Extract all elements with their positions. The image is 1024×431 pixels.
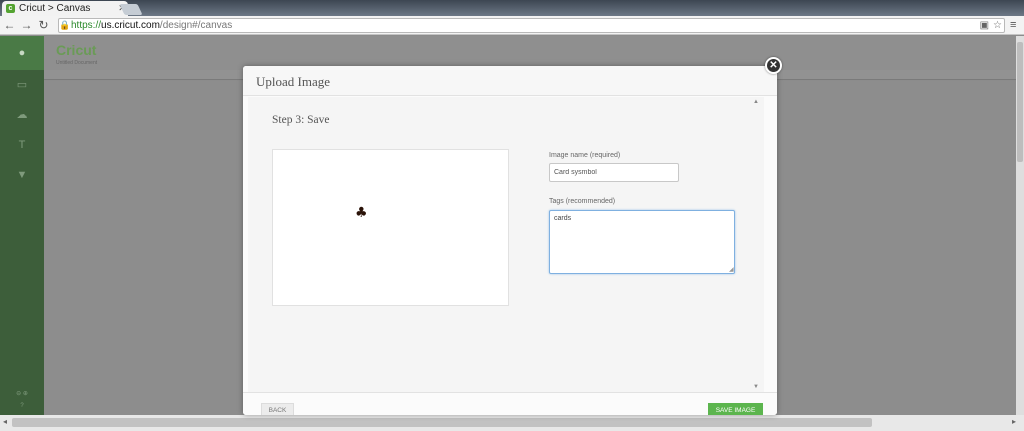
- horizontal-scroll-thumb[interactable]: [12, 418, 872, 427]
- resize-grip-icon[interactable]: ◢: [729, 267, 734, 273]
- tags-textarea[interactable]: cards: [549, 210, 735, 274]
- scroll-left-icon[interactable]: ◂: [3, 417, 7, 426]
- image-icon: ▭: [16, 78, 28, 91]
- upload-images-button[interactable]: ☁: [0, 100, 44, 130]
- page-vertical-scrollbar[interactable]: [1016, 36, 1024, 415]
- tab-title: Cricut > Canvas: [19, 3, 91, 14]
- browser-tabstrip: c Cricut > Canvas ✕: [0, 0, 1024, 16]
- save-image-button[interactable]: SAVE IMAGE: [708, 403, 763, 415]
- image-name-label: Image name (required): [549, 152, 621, 159]
- bookmark-star-icon[interactable]: ☆: [993, 20, 1002, 31]
- modal-body: Step 3: Save ♣ Image name (required) Tag…: [248, 97, 764, 392]
- omnibox-actions: ▣ ☆: [980, 20, 1002, 31]
- browser-toolbar: ← → ↻ 🔒 https://us.cricut.com/design#/ca…: [0, 16, 1024, 35]
- zoom-out-icon[interactable]: ⊖: [16, 391, 21, 397]
- back-arrow-icon[interactable]: ←: [2, 18, 17, 33]
- add-text-button[interactable]: T: [0, 130, 44, 160]
- extension-icon[interactable]: ▣: [980, 20, 989, 31]
- url-path: /design#/canvas: [159, 20, 233, 31]
- insert-images-button[interactable]: ▭: [0, 70, 44, 100]
- modal-footer: BACK SAVE IMAGE: [243, 392, 777, 415]
- url-host: us.cricut.com: [101, 20, 160, 31]
- image-name-input[interactable]: [549, 163, 679, 182]
- tags-label: Tags (recommended): [549, 198, 616, 205]
- close-modal-icon[interactable]: ✕: [765, 57, 782, 74]
- scroll-down-icon[interactable]: ▼: [753, 384, 759, 390]
- help-icon[interactable]: ?: [20, 403, 23, 409]
- page-horizontal-scrollbar[interactable]: ◂ ▸: [0, 415, 1024, 431]
- step-title: Step 3: Save: [272, 114, 330, 126]
- zoom-controls: ⊖ ⊕ ?: [0, 390, 44, 409]
- cricut-favicon-icon: c: [6, 4, 15, 13]
- url-scheme: https://: [71, 20, 102, 31]
- scroll-right-icon[interactable]: ▸: [1012, 417, 1016, 426]
- cloud-upload-icon: ☁: [16, 108, 28, 121]
- scroll-up-icon[interactable]: ▲: [753, 99, 759, 105]
- lock-icon: 🔒: [59, 20, 71, 30]
- vertical-scroll-thumb[interactable]: [1017, 42, 1023, 162]
- back-button[interactable]: BACK: [261, 403, 294, 415]
- new-tab-button[interactable]: [119, 4, 143, 15]
- address-bar[interactable]: 🔒 https://us.cricut.com/design#/canvas ▣…: [58, 18, 1005, 33]
- zoom-in-icon[interactable]: ⊕: [23, 391, 28, 397]
- modal-scrollbar[interactable]: ▲ ▼: [753, 97, 762, 392]
- text-icon: T: [18, 138, 26, 151]
- browser-menu-icon[interactable]: ≡: [1010, 19, 1020, 31]
- app-header: Cricut Untitled Document: [44, 36, 1016, 70]
- reload-icon[interactable]: ↻: [36, 18, 51, 33]
- set-cut-button[interactable]: ▼: [0, 160, 44, 190]
- image-preview: ♣: [272, 149, 509, 306]
- browser-tab[interactable]: c Cricut > Canvas ✕: [2, 1, 128, 16]
- modal-title: Upload Image: [256, 74, 331, 89]
- user-menu[interactable]: ●: [0, 36, 44, 70]
- club-symbol-icon: ♣: [355, 205, 368, 221]
- forward-arrow-icon[interactable]: →: [19, 18, 34, 33]
- cricut-logo: Cricut: [56, 42, 97, 58]
- upload-image-modal: Upload Image Step 3: Save ♣ Image name (…: [243, 66, 777, 415]
- document-name: Untitled Document: [56, 60, 98, 66]
- user-icon: ●: [18, 47, 26, 59]
- shirt-icon: ▼: [16, 168, 28, 181]
- left-rail: ● ▭ ☁ T ▼ ⊖ ⊕ ?: [0, 36, 44, 415]
- modal-header: Upload Image: [243, 66, 777, 96]
